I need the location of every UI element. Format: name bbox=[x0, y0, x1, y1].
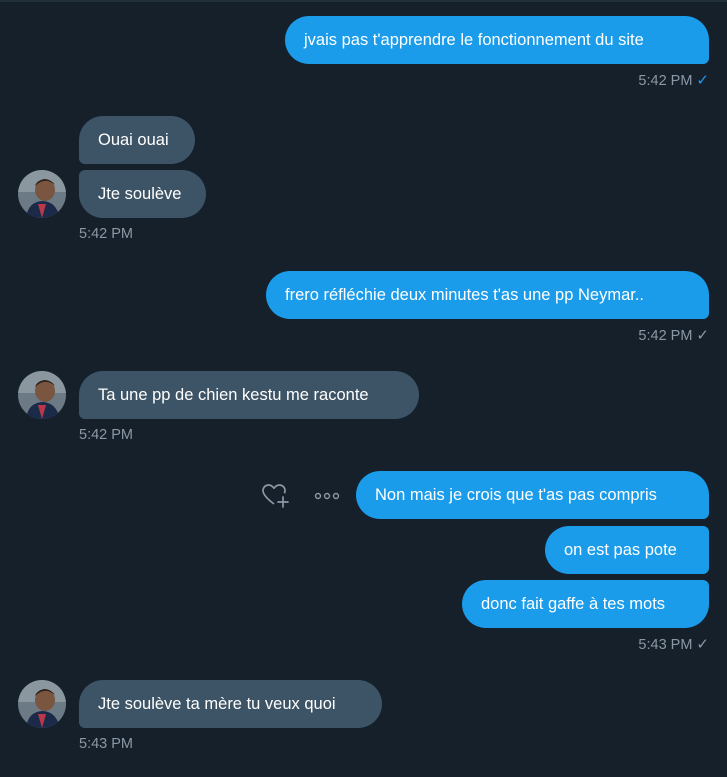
timestamp-text: 5:43 PM bbox=[638, 637, 693, 653]
heart-plus-icon[interactable] bbox=[262, 483, 290, 509]
avatar-image bbox=[18, 371, 66, 419]
timestamp-text: 5:42 PM bbox=[638, 328, 693, 344]
avatar-image bbox=[18, 680, 66, 728]
message-text: Jte soulève bbox=[98, 185, 182, 203]
timestamp-text: 5:42 PM bbox=[79, 427, 133, 443]
message-text: Non mais je crois que t'as pas compris bbox=[375, 486, 657, 504]
message-text: on est pas pote bbox=[564, 541, 677, 559]
sent-message-bubble[interactable]: frero réfléchie deux minutes t'as une pp… bbox=[266, 271, 709, 319]
received-message-bubble[interactable]: Ouai ouai bbox=[79, 116, 195, 164]
avatar[interactable] bbox=[18, 680, 66, 728]
divider bbox=[0, 0, 727, 2]
timestamp-text: 5:42 PM bbox=[638, 73, 693, 89]
conversation-panel: jvais pas t'apprendre le fonctionnement … bbox=[0, 0, 727, 777]
message-actions bbox=[262, 483, 340, 509]
message-timestamp: 5:42 PM bbox=[79, 427, 133, 443]
message-timestamp: 5:42 PM bbox=[79, 226, 133, 242]
sent-message-bubble[interactable]: jvais pas t'apprendre le fonctionnement … bbox=[285, 16, 709, 64]
sent-message-bubble[interactable]: on est pas pote bbox=[545, 526, 709, 574]
check-icon: ✓ bbox=[696, 327, 709, 344]
message-text: Ouai ouai bbox=[98, 131, 169, 149]
message-text: Jte soulève ta mère tu veux quoi bbox=[98, 695, 336, 713]
message-timestamp: 5:42 PM ✓ bbox=[638, 71, 709, 89]
check-icon: ✓ bbox=[696, 72, 709, 89]
received-message-bubble[interactable]: Jte soulève bbox=[79, 170, 206, 218]
sent-message-bubble[interactable]: donc fait gaffe à tes mots bbox=[462, 580, 709, 628]
received-message-bubble[interactable]: Ta une pp de chien kestu me raconte bbox=[79, 371, 419, 419]
sent-message-bubble[interactable]: Non mais je crois que t'as pas compris bbox=[356, 471, 709, 519]
message-text: Ta une pp de chien kestu me raconte bbox=[98, 386, 369, 404]
message-text: frero réfléchie deux minutes t'as une pp… bbox=[285, 286, 644, 304]
message-timestamp: 5:43 PM ✓ bbox=[638, 635, 709, 653]
received-message-bubble[interactable]: Jte soulève ta mère tu veux quoi bbox=[79, 680, 382, 728]
message-text: donc fait gaffe à tes mots bbox=[481, 595, 666, 613]
message-text: jvais pas t'apprendre le fonctionnement … bbox=[304, 31, 644, 49]
timestamp-text: 5:43 PM bbox=[79, 736, 133, 752]
message-timestamp: 5:43 PM bbox=[79, 736, 133, 752]
avatar-image bbox=[18, 170, 66, 218]
more-icon[interactable] bbox=[314, 483, 340, 509]
avatar[interactable] bbox=[18, 371, 66, 419]
avatar[interactable] bbox=[18, 170, 66, 218]
check-icon: ✓ bbox=[696, 636, 709, 653]
message-timestamp: 5:42 PM ✓ bbox=[638, 326, 709, 344]
timestamp-text: 5:42 PM bbox=[79, 226, 133, 242]
